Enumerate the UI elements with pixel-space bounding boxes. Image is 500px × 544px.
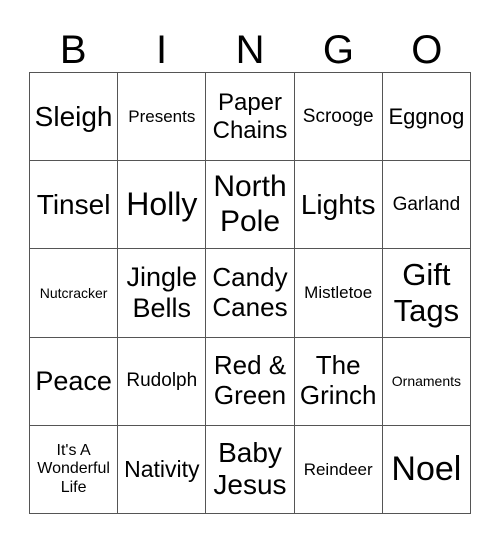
- bingo-cell[interactable]: Rudolph: [118, 337, 207, 426]
- bingo-cell[interactable]: Red & Green: [206, 337, 295, 426]
- bingo-cell[interactable]: Ornaments: [382, 337, 471, 426]
- bingo-cell[interactable]: Noel: [382, 425, 471, 514]
- bingo-cell[interactable]: It's A Wonderful Life: [30, 425, 119, 514]
- bingo-cell[interactable]: Reindeer: [294, 425, 383, 514]
- header-letter-b: B: [59, 28, 87, 72]
- bingo-cell[interactable]: Presents: [118, 73, 207, 162]
- header-letter-n: N: [235, 28, 265, 72]
- header-letter-o: O: [411, 28, 443, 72]
- bingo-header: B I N G O: [29, 28, 471, 72]
- bingo-grid: Sleigh Presents Paper Chains Scrooge Egg…: [29, 72, 471, 514]
- bingo-cell[interactable]: Tinsel: [30, 161, 119, 250]
- bingo-cell[interactable]: Lights: [294, 161, 383, 250]
- bingo-cell[interactable]: The Grinch: [294, 337, 383, 426]
- header-letter-g: G: [322, 28, 354, 72]
- bingo-cell[interactable]: Nativity: [118, 425, 207, 514]
- bingo-cell[interactable]: Garland: [382, 161, 471, 250]
- bingo-cell[interactable]: Scrooge: [294, 73, 383, 162]
- bingo-cell[interactable]: Jingle Bells: [118, 249, 207, 338]
- bingo-cell[interactable]: Holly: [118, 161, 207, 250]
- bingo-cell[interactable]: Peace: [30, 337, 119, 426]
- header-letter-i: I: [156, 28, 168, 72]
- bingo-cell[interactable]: North Pole: [206, 161, 295, 250]
- bingo-cell[interactable]: Paper Chains: [206, 73, 295, 162]
- bingo-cell[interactable]: Candy Canes: [206, 249, 295, 338]
- bingo-cell[interactable]: Baby Jesus: [206, 425, 295, 514]
- bingo-cell[interactable]: Eggnog: [382, 73, 471, 162]
- bingo-cell[interactable]: Gift Tags: [382, 249, 471, 338]
- bingo-cell[interactable]: Mistletoe: [294, 249, 383, 338]
- bingo-cell[interactable]: Sleigh: [30, 73, 119, 162]
- bingo-cell[interactable]: Nutcracker: [30, 249, 119, 338]
